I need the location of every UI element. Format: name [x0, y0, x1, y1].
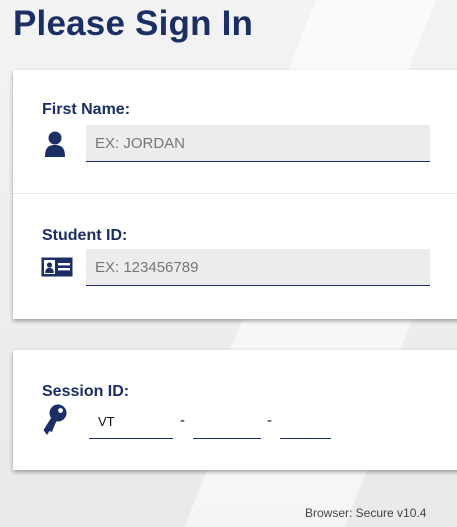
session-card: Session ID: - - — [13, 350, 457, 470]
session-id-part3[interactable] — [280, 405, 331, 439]
session-id-part1[interactable] — [89, 405, 173, 439]
student-id-label: Student ID: — [42, 227, 128, 244]
session-id-part2[interactable] — [193, 405, 261, 439]
page-title: Please Sign In — [13, 4, 254, 43]
id-card-icon — [41, 257, 73, 277]
first-name-field[interactable] — [86, 125, 430, 162]
sign-in-card: First Name: Student ID: — [13, 70, 457, 319]
student-id-section: Student ID: — [13, 194, 457, 319]
session-id-separator-1: - — [180, 412, 185, 429]
first-name-label: First Name: — [42, 101, 131, 118]
user-icon — [45, 131, 65, 157]
session-id-label: Session ID: — [42, 383, 130, 400]
student-id-field[interactable] — [86, 249, 430, 286]
first-name-section: First Name: — [13, 70, 457, 193]
browser-version-text: Browser: Secure v10.4 — [305, 506, 427, 520]
session-id-separator-2: - — [267, 412, 272, 429]
key-icon — [43, 404, 67, 435]
